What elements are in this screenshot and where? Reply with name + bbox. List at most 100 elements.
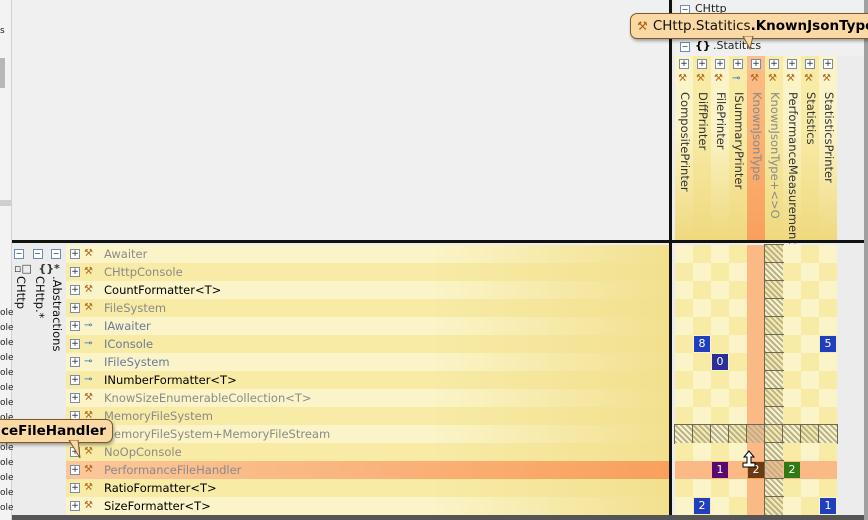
matrix-cell[interactable] (693, 281, 711, 299)
tree-expanders[interactable]: − − − (14, 246, 61, 259)
matrix-cell[interactable] (693, 461, 711, 479)
matrix-cell[interactable] (674, 424, 694, 444)
right-scrollbar[interactable] (864, 0, 868, 520)
tree-row[interactable]: + ⚒ SizeFormatter<T> (66, 497, 670, 515)
row-expander[interactable]: + (70, 501, 80, 511)
matrix-cell[interactable] (818, 424, 838, 444)
matrix-cell[interactable] (819, 353, 837, 371)
row-expander[interactable]: + (70, 285, 80, 295)
matrix-cell[interactable] (729, 371, 747, 389)
matrix-cell[interactable] (729, 389, 747, 407)
strip-scroll-accent[interactable] (0, 58, 5, 88)
matrix-cell[interactable] (711, 245, 729, 263)
matrix-cell[interactable] (764, 406, 784, 426)
matrix-cell[interactable] (801, 245, 819, 263)
tree-row[interactable]: +⚒MemoryFileSystem+MemoryFileStream (66, 425, 670, 443)
tree-row[interactable]: + ⚒ RatioFormatter<T> (66, 479, 670, 497)
matrix-cell[interactable] (693, 317, 711, 335)
matrix-cell[interactable] (711, 407, 729, 425)
matrix-cell[interactable] (693, 245, 711, 263)
tree-row[interactable]: + ⚒ NoOpConsole (66, 443, 670, 461)
matrix-cell[interactable] (764, 424, 784, 444)
tree-row[interactable]: + ⊸ IFileSystem (66, 353, 670, 371)
matrix-cell[interactable] (801, 335, 819, 353)
matrix-cell[interactable] (711, 335, 729, 353)
matrix-cell[interactable] (801, 443, 819, 461)
matrix-cell[interactable] (675, 245, 693, 263)
matrix-cell[interactable] (783, 317, 801, 335)
column-header[interactable]: + ⚒ PerformanceMeasurement (783, 56, 801, 244)
tree-label-abstractions[interactable]: .Abstractions (50, 276, 64, 351)
matrix-cell[interactable] (764, 262, 784, 282)
dependency-count[interactable]: 8 (694, 336, 710, 352)
matrix-cell[interactable] (747, 407, 765, 425)
column-expander[interactable]: + (823, 59, 833, 69)
matrix-cell[interactable] (711, 443, 729, 461)
matrix-cell[interactable] (783, 407, 801, 425)
matrix-cell[interactable] (819, 299, 837, 317)
matrix-cell[interactable] (747, 317, 765, 335)
dependency-count[interactable]: 5 (820, 336, 836, 352)
matrix-cell[interactable] (764, 280, 784, 300)
matrix-cell[interactable] (764, 460, 784, 480)
dependency-count[interactable]: 2 (784, 462, 800, 478)
matrix-cell[interactable] (783, 389, 801, 407)
matrix-cell[interactable] (711, 281, 729, 299)
matrix-cell[interactable] (693, 299, 711, 317)
column-header[interactable]: + ⚒ FilePrinter (711, 56, 729, 240)
row-expander[interactable]: + (70, 393, 80, 403)
matrix-cell[interactable] (675, 389, 693, 407)
matrix-cell[interactable] (801, 389, 819, 407)
matrix-cell[interactable] (782, 424, 802, 444)
dependency-matrix[interactable]: 85012221 (674, 243, 864, 516)
tree-row[interactable]: + ⚒ Awaiter (66, 245, 670, 263)
matrix-cell[interactable] (711, 497, 729, 515)
matrix-cell[interactable] (747, 299, 765, 317)
matrix-cell[interactable] (801, 263, 819, 281)
matrix-cell[interactable] (729, 317, 747, 335)
matrix-cell[interactable] (747, 263, 765, 281)
matrix-cell[interactable] (693, 371, 711, 389)
matrix-cell[interactable] (728, 424, 748, 444)
matrix-cell[interactable] (675, 479, 693, 497)
matrix-cell[interactable] (801, 299, 819, 317)
dependency-count[interactable]: 0 (712, 354, 728, 370)
column-expander[interactable]: + (805, 59, 815, 69)
tree-row[interactable]: + ⚒ CHttpConsole (66, 263, 670, 281)
tree-row[interactable]: + ⊸ INumberFormatter<T> (66, 371, 670, 389)
matrix-cell[interactable] (764, 370, 784, 390)
column-header[interactable]: + ⚒ StatisticsPrinter (819, 56, 837, 240)
matrix-cell[interactable] (675, 407, 693, 425)
matrix-cell[interactable] (764, 298, 784, 318)
matrix-cell[interactable] (729, 281, 747, 299)
row-expander[interactable]: + (70, 321, 80, 331)
matrix-cell[interactable] (693, 443, 711, 461)
matrix-cell[interactable] (729, 299, 747, 317)
matrix-cell[interactable] (693, 353, 711, 371)
matrix-cell[interactable] (747, 335, 765, 353)
matrix-cell[interactable] (764, 496, 784, 516)
dependency-count[interactable]: 2 (694, 498, 710, 514)
matrix-cell[interactable] (783, 353, 801, 371)
row-expander[interactable]: + (70, 465, 80, 475)
matrix-cell[interactable] (675, 443, 693, 461)
matrix-cell[interactable] (675, 497, 693, 515)
matrix-cell[interactable] (729, 263, 747, 281)
matrix-cell[interactable] (729, 479, 747, 497)
tree-label-chttp-star[interactable]: CHttp.* (33, 276, 47, 318)
matrix-cell[interactable] (710, 424, 730, 444)
matrix-cell[interactable] (693, 479, 711, 497)
matrix-cell[interactable] (764, 388, 784, 408)
tree-row[interactable]: + ⚒ PerformanceFileHandler (66, 461, 670, 479)
matrix-cell[interactable] (819, 443, 837, 461)
matrix-cell[interactable] (711, 317, 729, 335)
matrix-cell[interactable] (764, 352, 784, 372)
row-expander[interactable]: + (70, 303, 80, 313)
row-expander[interactable]: + (70, 357, 80, 367)
matrix-cell[interactable] (819, 371, 837, 389)
matrix-cell[interactable] (729, 335, 747, 353)
column-header[interactable]: + ⊸ ISummaryPrinter (729, 56, 747, 240)
matrix-cell[interactable] (711, 479, 729, 497)
matrix-cell[interactable] (783, 335, 801, 353)
matrix-cell[interactable] (711, 389, 729, 407)
